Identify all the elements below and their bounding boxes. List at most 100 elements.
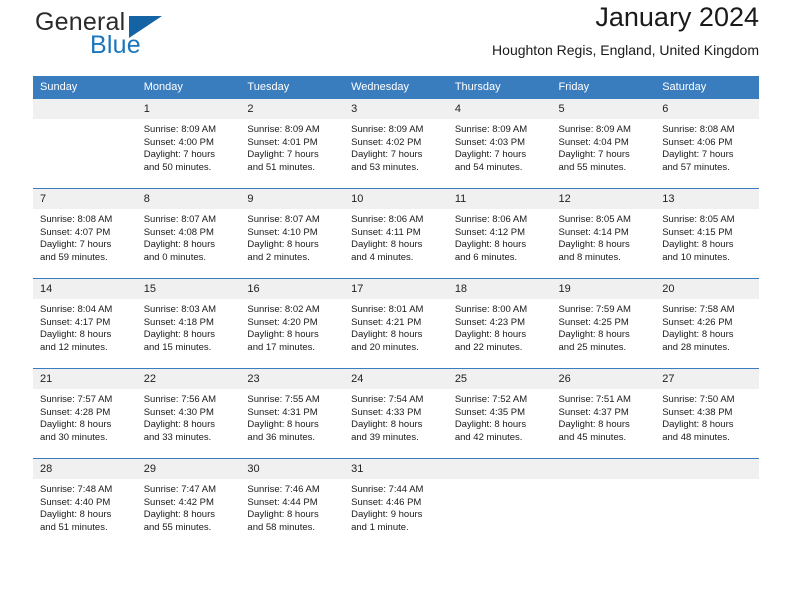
day-sun-info: Sunrise: 8:09 AM Sunset: 4:04 PM Daylight:… (552, 119, 656, 174)
daylight-duration-line2: and 25 minutes. (558, 341, 627, 353)
day-box: 30 Sunrise: 7:46 AM Sunset: 4:44 PM Dayligh… (240, 459, 345, 548)
day-sun-info: Sunrise: 7:48 AM Sunset: 4:40 PM Daylight:… (33, 479, 137, 534)
day-box: 1 Sunrise: 8:09 AM Sunset: 4:00 PM Daylight… (136, 99, 241, 188)
daylight-duration-line1: Daylight: 8 hours (40, 419, 112, 431)
day-box: 15 Sunrise: 8:03 AM Sunset: 4:18 PM Dayligh… (136, 279, 241, 368)
calendar-body: 1 Sunrise: 8:09 AM Sunset: 4:00 PM Daylight… (33, 98, 759, 548)
day-number: 25 (447, 369, 552, 389)
daylight-duration-line2: and 55 minutes. (558, 161, 627, 173)
calendar-day-cell[interactable]: 19 Sunrise: 7:59 AM Sunset: 4:25 PM Dayligh… (551, 278, 656, 369)
day-box: 12 Sunrise: 8:05 AM Sunset: 4:14 PM Dayligh… (551, 189, 656, 278)
daylight-duration-line1: Daylight: 8 hours (143, 239, 215, 251)
sunrise-sunset-calendar: Sunday Monday Tuesday Wednesday Thursday… (33, 76, 759, 548)
daylight-duration-line1: Daylight: 7 hours (558, 149, 630, 161)
sunset-time: Sunset: 4:03 PM (454, 136, 526, 148)
calendar-day-cell[interactable]: 6 Sunrise: 8:08 AM Sunset: 4:06 PM Daylight… (655, 98, 759, 189)
day-box (655, 459, 759, 548)
calendar-day-cell[interactable]: 15 Sunrise: 8:03 AM Sunset: 4:18 PM Dayligh… (136, 278, 241, 369)
day-number: 4 (447, 99, 552, 119)
calendar-day-cell[interactable]: 4 Sunrise: 8:09 AM Sunset: 4:03 PM Daylight… (447, 98, 552, 189)
day-box (447, 459, 552, 548)
sunrise-time: Sunrise: 8:00 AM (454, 304, 528, 315)
daylight-duration-line2: and 1 minute. (351, 521, 409, 533)
day-number: 3 (344, 99, 448, 119)
sunrise-time: Sunrise: 8:03 AM (143, 304, 217, 315)
day-box: 27 Sunrise: 7:50 AM Sunset: 4:38 PM Dayligh… (655, 369, 759, 458)
calendar-day-cell[interactable] (33, 98, 137, 189)
calendar-day-cell[interactable]: 2 Sunrise: 8:09 AM Sunset: 4:01 PM Daylight… (240, 98, 345, 189)
weekday-header-sunday: Sunday (33, 76, 137, 99)
calendar-day-cell[interactable]: 16 Sunrise: 8:02 AM Sunset: 4:20 PM Dayligh… (240, 278, 345, 369)
calendar-day-cell[interactable]: 24 Sunrise: 7:54 AM Sunset: 4:33 PM Dayligh… (344, 368, 448, 459)
day-box: 29 Sunrise: 7:47 AM Sunset: 4:42 PM Dayligh… (136, 459, 241, 548)
daylight-duration-line2: and 33 minutes. (143, 431, 212, 443)
daylight-duration-line1: Daylight: 7 hours (247, 149, 319, 161)
calendar-day-cell[interactable]: 14 Sunrise: 8:04 AM Sunset: 4:17 PM Dayligh… (33, 278, 137, 369)
calendar-day-cell[interactable]: 21 Sunrise: 7:57 AM Sunset: 4:28 PM Dayligh… (33, 368, 137, 459)
calendar-day-cell[interactable]: 1 Sunrise: 8:09 AM Sunset: 4:00 PM Daylight… (136, 98, 241, 189)
day-box: 5 Sunrise: 8:09 AM Sunset: 4:04 PM Daylight… (551, 99, 656, 188)
sunset-time: Sunset: 4:38 PM (662, 406, 733, 418)
calendar-day-cell[interactable]: 17 Sunrise: 8:01 AM Sunset: 4:21 PM Dayligh… (344, 278, 448, 369)
sunrise-time: Sunrise: 7:55 AM (247, 394, 320, 405)
day-sun-info: Sunrise: 8:05 AM Sunset: 4:14 PM Daylight:… (552, 209, 656, 264)
calendar-day-cell[interactable] (655, 458, 759, 548)
calendar-day-cell[interactable]: 5 Sunrise: 8:09 AM Sunset: 4:04 PM Daylight… (551, 98, 656, 189)
sunrise-time: Sunrise: 7:47 AM (143, 484, 217, 495)
daylight-duration-line1: Daylight: 8 hours (40, 329, 112, 341)
weekday-header-thursday: Thursday (447, 76, 552, 99)
day-sun-info: Sunrise: 8:06 AM Sunset: 4:11 PM Daylight:… (344, 209, 448, 264)
calendar-day-cell[interactable]: 11 Sunrise: 8:06 AM Sunset: 4:12 PM Dayligh… (447, 188, 552, 279)
sunrise-time: Sunrise: 8:04 AM (40, 304, 113, 315)
calendar-day-cell[interactable]: 28 Sunrise: 7:48 AM Sunset: 4:40 PM Dayligh… (33, 458, 137, 548)
sunrise-time: Sunrise: 8:09 AM (143, 124, 217, 135)
calendar-day-cell[interactable] (551, 458, 656, 548)
day-sun-info: Sunrise: 7:47 AM Sunset: 4:42 PM Daylight:… (137, 479, 241, 534)
day-number: 26 (551, 369, 656, 389)
sunset-time: Sunset: 4:02 PM (351, 136, 422, 148)
calendar-day-cell[interactable]: 23 Sunrise: 7:55 AM Sunset: 4:31 PM Dayligh… (240, 368, 345, 459)
calendar-day-cell[interactable]: 26 Sunrise: 7:51 AM Sunset: 4:37 PM Dayligh… (551, 368, 656, 459)
calendar-day-cell[interactable] (447, 458, 552, 548)
calendar-day-cell[interactable]: 9 Sunrise: 8:07 AM Sunset: 4:10 PM Daylight… (240, 188, 345, 279)
sunrise-time: Sunrise: 7:59 AM (558, 304, 631, 315)
day-number: 27 (655, 369, 759, 389)
calendar-day-cell[interactable]: 31 Sunrise: 7:44 AM Sunset: 4:46 PM Dayligh… (344, 458, 448, 548)
daylight-duration-line2: and 36 minutes. (247, 431, 316, 443)
daylight-duration-line2: and 12 minutes. (40, 341, 108, 353)
day-sun-info: Sunrise: 7:58 AM Sunset: 4:26 PM Daylight:… (655, 299, 759, 354)
sunset-time: Sunset: 4:33 PM (351, 406, 422, 418)
calendar-day-cell[interactable]: 20 Sunrise: 7:58 AM Sunset: 4:26 PM Dayligh… (655, 278, 759, 369)
daylight-duration-line1: Daylight: 8 hours (351, 239, 423, 251)
calendar-day-cell[interactable]: 30 Sunrise: 7:46 AM Sunset: 4:44 PM Dayligh… (240, 458, 345, 548)
calendar-day-cell[interactable]: 27 Sunrise: 7:50 AM Sunset: 4:38 PM Dayligh… (655, 368, 759, 459)
calendar-day-cell[interactable]: 25 Sunrise: 7:52 AM Sunset: 4:35 PM Dayligh… (447, 368, 552, 459)
daylight-duration-line2: and 6 minutes. (454, 251, 518, 263)
calendar-day-cell[interactable]: 10 Sunrise: 8:06 AM Sunset: 4:11 PM Dayligh… (344, 188, 448, 279)
day-number: 21 (33, 369, 137, 389)
sunset-time: Sunset: 4:12 PM (454, 226, 526, 238)
calendar-day-cell[interactable]: 18 Sunrise: 8:00 AM Sunset: 4:23 PM Dayligh… (447, 278, 552, 369)
daylight-duration-line1: Daylight: 7 hours (454, 149, 527, 161)
calendar-day-cell[interactable]: 29 Sunrise: 7:47 AM Sunset: 4:42 PM Dayligh… (136, 458, 241, 548)
day-box: 20 Sunrise: 7:58 AM Sunset: 4:26 PM Dayligh… (655, 279, 759, 368)
day-box: 11 Sunrise: 8:06 AM Sunset: 4:12 PM Dayligh… (447, 189, 552, 278)
day-box: 26 Sunrise: 7:51 AM Sunset: 4:37 PM Dayligh… (551, 369, 656, 458)
daylight-duration-line1: Daylight: 8 hours (351, 329, 423, 341)
calendar-day-cell[interactable]: 7 Sunrise: 8:08 AM Sunset: 4:07 PM Daylight… (33, 188, 137, 279)
day-number: 9 (240, 189, 345, 209)
sunrise-time: Sunrise: 8:07 AM (247, 214, 320, 225)
daylight-duration-line1: Daylight: 7 hours (143, 149, 215, 161)
daylight-duration-line2: and 54 minutes. (454, 161, 523, 173)
calendar-day-cell[interactable]: 22 Sunrise: 7:56 AM Sunset: 4:30 PM Dayligh… (136, 368, 241, 459)
daylight-duration-line1: Daylight: 7 hours (662, 149, 734, 161)
day-sun-info: Sunrise: 7:55 AM Sunset: 4:31 PM Daylight:… (240, 389, 344, 444)
calendar-day-cell[interactable]: 3 Sunrise: 8:09 AM Sunset: 4:02 PM Daylight… (344, 98, 448, 189)
daylight-duration-line2: and 55 minutes. (143, 521, 212, 533)
day-number: 20 (655, 279, 759, 299)
sunrise-time: Sunrise: 7:48 AM (40, 484, 113, 495)
day-box: 6 Sunrise: 8:08 AM Sunset: 4:06 PM Daylight… (655, 99, 759, 188)
calendar-day-cell[interactable]: 8 Sunrise: 8:07 AM Sunset: 4:08 PM Daylight… (136, 188, 241, 279)
calendar-day-cell[interactable]: 12 Sunrise: 8:05 AM Sunset: 4:14 PM Dayligh… (551, 188, 656, 279)
calendar-day-cell[interactable]: 13 Sunrise: 8:05 AM Sunset: 4:15 PM Dayligh… (655, 188, 759, 279)
